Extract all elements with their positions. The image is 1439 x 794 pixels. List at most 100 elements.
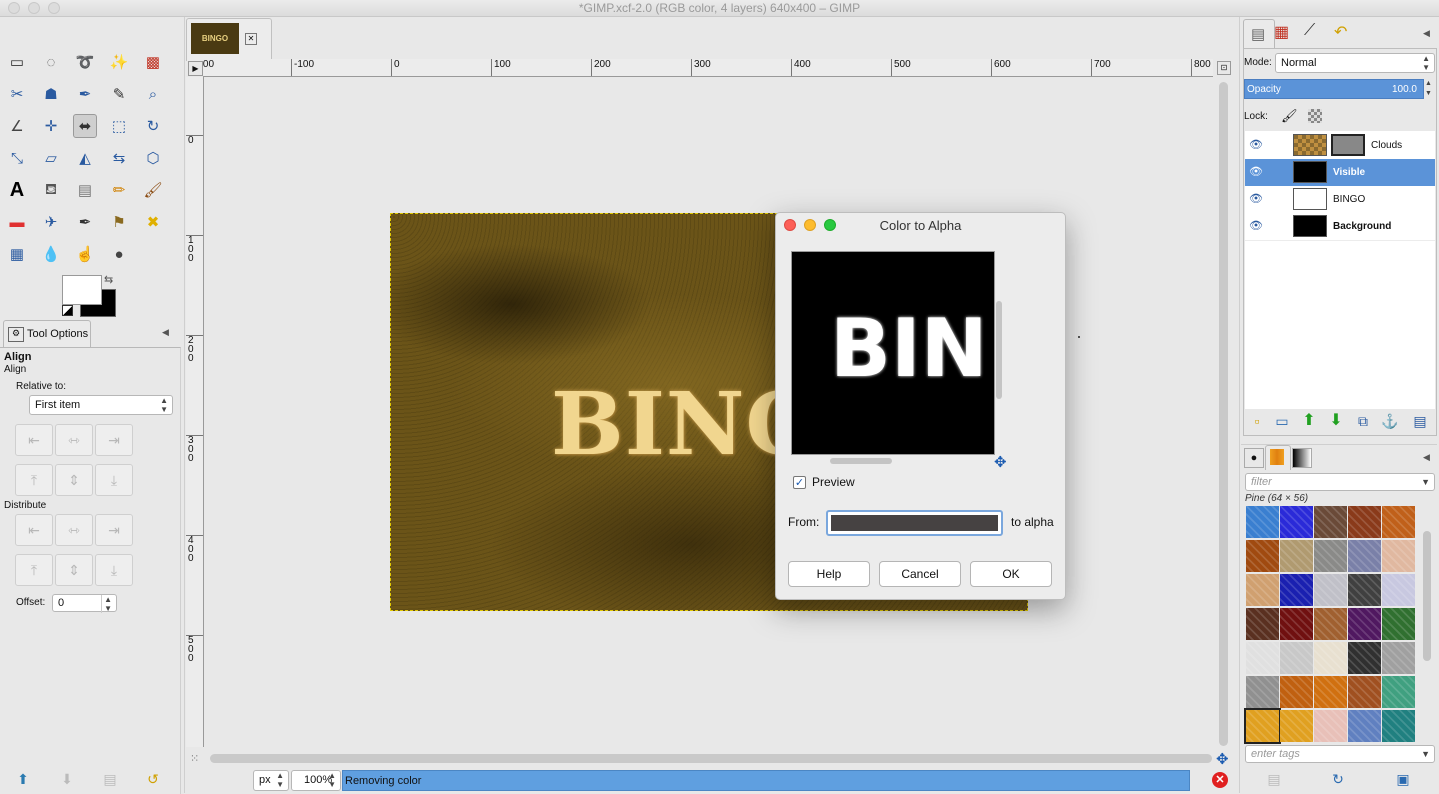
perspective-clone-tool-icon[interactable]: ▦ bbox=[5, 242, 29, 266]
select-by-color-tool-icon[interactable]: ▩ bbox=[141, 50, 165, 74]
opacity-slider[interactable]: Opacity 100.0 bbox=[1244, 79, 1424, 99]
layer-visibility-eye-icon[interactable]: 👁 bbox=[1249, 165, 1263, 178]
gradients-tab-icon[interactable] bbox=[1292, 448, 1312, 468]
fuzzy-select-tool-icon[interactable]: ✨ bbox=[107, 50, 131, 74]
delete-options-icon[interactable]: ▤ bbox=[101, 770, 119, 788]
paths-tool-icon[interactable]: ✒ bbox=[73, 82, 97, 106]
swap-colors-icon[interactable]: ⇆ bbox=[104, 273, 113, 286]
shear-tool-icon[interactable]: ▱ bbox=[39, 146, 63, 170]
pattern-swatch[interactable] bbox=[1280, 506, 1313, 538]
reset-options-icon[interactable]: ↺ bbox=[144, 770, 162, 788]
image-menu-icon[interactable]: ▶ bbox=[188, 61, 203, 76]
pattern-swatch[interactable] bbox=[1348, 574, 1381, 606]
text-tool-icon[interactable]: A bbox=[5, 178, 29, 202]
perspective-tool-icon[interactable]: ◭ bbox=[73, 146, 97, 170]
measure-tool-icon[interactable]: ∠ bbox=[5, 114, 29, 138]
pattern-swatch[interactable] bbox=[1382, 676, 1415, 708]
foreground-color-swatch[interactable] bbox=[62, 275, 102, 305]
close-tab-icon[interactable]: ✕ bbox=[245, 33, 257, 45]
pattern-swatch[interactable] bbox=[1246, 608, 1279, 640]
pattern-open-icon[interactable]: ▣ bbox=[1394, 771, 1412, 787]
new-layer-icon[interactable]: ▫ bbox=[1249, 413, 1265, 429]
delete-layer-icon[interactable]: ▤ bbox=[1411, 413, 1429, 429]
preview-checkbox[interactable]: ✓ bbox=[793, 476, 806, 489]
blend-tool-icon[interactable]: ▤ bbox=[73, 178, 97, 202]
spin-arrows-icon[interactable]: ▲ ▼ bbox=[101, 595, 112, 613]
distribute-button-4[interactable]: ⤒ bbox=[15, 554, 53, 586]
undo-tab-icon[interactable]: ↶ bbox=[1334, 22, 1347, 42]
lower-layer-icon[interactable]: ⬇ bbox=[1328, 412, 1344, 429]
bucket-fill-tool-icon[interactable]: ⛾ bbox=[39, 178, 63, 202]
move-tool-icon[interactable]: ✛ bbox=[39, 114, 63, 138]
pattern-swatch[interactable] bbox=[1314, 540, 1347, 572]
align-button-1[interactable]: ⇤ bbox=[15, 424, 53, 456]
preview-hscroll[interactable] bbox=[830, 458, 892, 464]
lock-pixels-icon[interactable]: 🖌 bbox=[1281, 108, 1298, 124]
zoom-fit-icon[interactable]: ⊡ bbox=[1217, 61, 1231, 75]
pattern-swatch[interactable] bbox=[1348, 642, 1381, 674]
patterns-menu-icon[interactable]: ◀ bbox=[1423, 452, 1430, 463]
layer-row[interactable]: 👁 Clouds bbox=[1245, 132, 1435, 160]
distribute-button-1[interactable]: ⇤ bbox=[15, 514, 53, 546]
brushes-tab-icon[interactable]: ● bbox=[1244, 448, 1264, 468]
pattern-swatch[interactable] bbox=[1246, 676, 1279, 708]
pattern-swatch[interactable] bbox=[1382, 642, 1415, 674]
patterns-scrollbar[interactable] bbox=[1423, 531, 1431, 661]
ok-button[interactable]: OK bbox=[970, 561, 1052, 587]
pattern-swatch[interactable] bbox=[1314, 710, 1347, 742]
tab-patterns[interactable] bbox=[1265, 445, 1291, 470]
pattern-refresh-icon[interactable]: ↻ bbox=[1329, 771, 1347, 787]
pattern-swatch[interactable] bbox=[1246, 642, 1279, 674]
ink-tool-icon[interactable]: ✒ bbox=[73, 210, 97, 234]
anchor-layer-icon[interactable]: ⚓ bbox=[1381, 413, 1398, 429]
dodge-burn-tool-icon[interactable]: ● bbox=[107, 242, 131, 266]
distribute-button-3[interactable]: ⇥ bbox=[95, 514, 133, 546]
from-color-button[interactable] bbox=[826, 510, 1003, 536]
align-button-4[interactable]: ⤒ bbox=[15, 464, 53, 496]
dock-menu-icon[interactable]: ◀ bbox=[1423, 28, 1430, 39]
pattern-swatch[interactable] bbox=[1246, 506, 1279, 538]
pattern-swatch[interactable] bbox=[1314, 506, 1347, 538]
cancel-operation-icon[interactable]: ✕ bbox=[1212, 772, 1228, 788]
vertical-scrollbar[interactable] bbox=[1219, 82, 1228, 746]
preview-navigate-icon[interactable]: ✥ bbox=[994, 453, 1007, 471]
pattern-swatch[interactable] bbox=[1280, 574, 1313, 606]
align-tool-icon[interactable]: ⬌ bbox=[73, 114, 97, 138]
pattern-swatch[interactable] bbox=[1314, 608, 1347, 640]
cage-tool-icon[interactable]: ⬡ bbox=[141, 146, 165, 170]
layer-row[interactable]: 👁 Visible bbox=[1245, 159, 1435, 187]
clone-tool-icon[interactable]: ⚑ bbox=[107, 210, 131, 234]
eraser-tool-icon[interactable]: ▬ bbox=[5, 210, 29, 234]
preview-vscroll[interactable] bbox=[996, 301, 1002, 399]
pattern-swatch[interactable] bbox=[1382, 608, 1415, 640]
free-select-tool-icon[interactable]: ➰ bbox=[73, 50, 97, 74]
layer-row[interactable]: 👁 Background bbox=[1245, 213, 1435, 241]
align-button-3[interactable]: ⇥ bbox=[95, 424, 133, 456]
offset-input[interactable]: 0 ▲ ▼ bbox=[52, 594, 117, 613]
restore-options-icon[interactable]: ⬇ bbox=[58, 770, 76, 788]
pattern-swatch[interactable] bbox=[1314, 676, 1347, 708]
opacity-spin-icon[interactable]: ▲ ▼ bbox=[1425, 79, 1435, 99]
scissors-tool-icon[interactable]: ✂ bbox=[5, 82, 29, 106]
channels-tab-icon[interactable]: ▦ bbox=[1274, 22, 1289, 42]
quick-mask-icon[interactable]: ⁙ bbox=[190, 752, 199, 765]
layer-visibility-eye-icon[interactable]: 👁 bbox=[1249, 192, 1263, 205]
airbrush-tool-icon[interactable]: ✈ bbox=[39, 210, 63, 234]
paths-tab-icon[interactable]: ⟋ bbox=[1304, 22, 1315, 40]
layer-visibility-eye-icon[interactable]: 👁 bbox=[1249, 138, 1263, 151]
lock-alpha-icon[interactable] bbox=[1308, 109, 1322, 123]
pattern-swatch[interactable] bbox=[1348, 676, 1381, 708]
pattern-delete-icon[interactable]: ▤ bbox=[1265, 771, 1283, 787]
preview-area[interactable]: BIN bbox=[791, 251, 995, 455]
rect-select-tool-icon[interactable]: ▭ bbox=[5, 50, 29, 74]
pattern-swatch[interactable] bbox=[1280, 608, 1313, 640]
pattern-swatch[interactable] bbox=[1314, 574, 1347, 606]
raise-layer-icon[interactable]: ⬆ bbox=[1301, 412, 1317, 429]
pattern-swatch[interactable] bbox=[1382, 710, 1415, 742]
distribute-button-2[interactable]: ⇿ bbox=[55, 514, 93, 546]
layer-row[interactable]: 👁 BINGO bbox=[1245, 186, 1435, 214]
distribute-button-5[interactable]: ⇕ bbox=[55, 554, 93, 586]
zoom-tool-icon[interactable]: ⌕ bbox=[141, 82, 165, 106]
navigate-icon[interactable]: ✥ bbox=[1216, 750, 1229, 768]
duplicate-layer-icon[interactable]: ⧉ bbox=[1355, 413, 1371, 429]
